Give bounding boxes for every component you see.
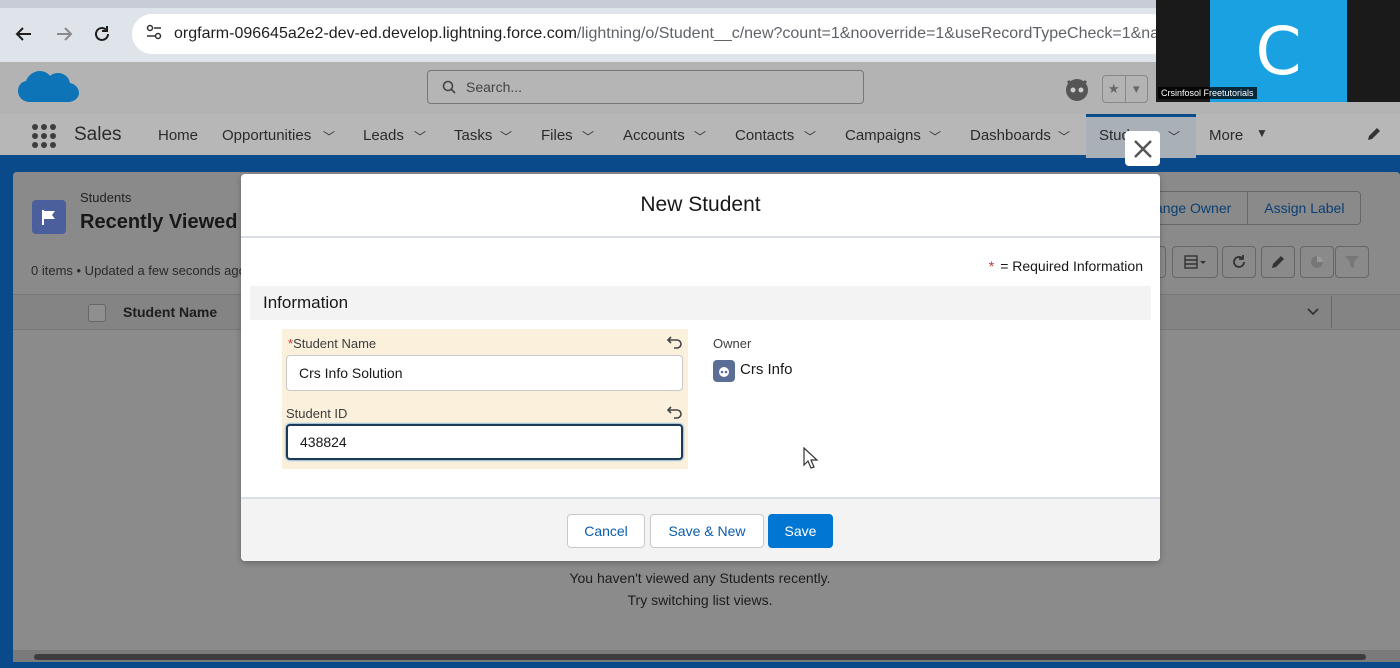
- cancel-button[interactable]: Cancel: [567, 514, 645, 548]
- site-settings-icon[interactable]: [146, 24, 162, 45]
- student-name-label: *Student Name: [288, 336, 377, 351]
- chevron-down-icon[interactable]: ﹀: [929, 128, 941, 145]
- url-host: orgfarm-096645a2e2-dev-ed.develop.lightn…: [174, 25, 577, 42]
- list-view-title[interactable]: Recently Viewed: [80, 211, 237, 234]
- owner-name-link[interactable]: Crs Info: [740, 361, 793, 378]
- object-label: Students: [80, 190, 132, 205]
- app-nav-bar: Sales Home Opportunities ﹀ Leads ﹀ Tasks…: [0, 114, 1400, 158]
- chevron-down-icon[interactable]: ﹀: [323, 128, 335, 145]
- chevron-down-icon[interactable]: ﹀: [414, 128, 426, 145]
- save-and-new-button[interactable]: Save & New: [650, 514, 764, 548]
- table-display-button[interactable]: [1172, 246, 1218, 278]
- address-bar[interactable]: orgfarm-096645a2e2-dev-ed.develop.lightn…: [132, 14, 1172, 54]
- refresh-button[interactable]: [1222, 246, 1256, 278]
- global-search-input[interactable]: Search...: [427, 70, 864, 104]
- nav-item-campaigns[interactable]: Campaigns: [845, 127, 921, 144]
- new-student-modal: New Student * = Required Information Info…: [241, 174, 1160, 561]
- search-placeholder: Search...: [466, 79, 523, 95]
- edit-nav-icon[interactable]: [1366, 126, 1382, 147]
- nav-item-more[interactable]: More: [1209, 127, 1243, 144]
- undo-icon[interactable]: [666, 334, 683, 350]
- owner-avatar-icon: [713, 360, 735, 382]
- chevron-down-icon[interactable]: [1306, 304, 1320, 323]
- modal-footer: Cancel Save & New Save: [241, 497, 1160, 561]
- filter-icon: [1345, 256, 1359, 268]
- caret-down-icon[interactable]: ▼: [1256, 126, 1268, 140]
- favorites-button-group[interactable]: ★ ▾: [1102, 75, 1148, 103]
- table-icon: [1184, 255, 1206, 269]
- save-button[interactable]: Save: [768, 514, 833, 548]
- close-icon: [1133, 139, 1152, 158]
- search-icon: [442, 80, 456, 94]
- forward-icon[interactable]: [52, 22, 76, 46]
- back-icon[interactable]: [12, 22, 36, 46]
- webcam-overlay: C Crsinfosol Freetutorials: [1156, 0, 1400, 102]
- nav-item-opportunities[interactable]: Opportunities: [222, 127, 311, 144]
- student-id-input[interactable]: 438824: [286, 424, 683, 460]
- required-asterisk: *: [988, 258, 995, 274]
- required-legend: * = Required Information: [989, 258, 1143, 274]
- webcam-initial: C: [1255, 12, 1302, 90]
- chevron-down-icon[interactable]: ﹀: [694, 128, 706, 145]
- mouse-cursor-icon: [803, 446, 819, 474]
- list-meta-status: 0 items • Updated a few seconds ago: [31, 263, 246, 278]
- pencil-icon: [1272, 256, 1284, 268]
- url-text: orgfarm-096645a2e2-dev-ed.develop.lightn…: [174, 25, 1172, 43]
- inline-edit-button[interactable]: [1261, 246, 1295, 278]
- list-action-buttons: ange Owner Assign Label: [1138, 191, 1362, 225]
- nav-item-accounts[interactable]: Accounts: [623, 127, 685, 144]
- chevron-down-icon[interactable]: ﹀: [582, 128, 594, 145]
- nav-item-leads[interactable]: Leads: [363, 127, 404, 144]
- nav-item-files[interactable]: Files: [541, 127, 573, 144]
- chevron-down-icon[interactable]: ﹀: [804, 128, 816, 145]
- nav-item-contacts[interactable]: Contacts: [735, 127, 794, 144]
- chevron-down-icon[interactable]: ▾: [1124, 76, 1148, 102]
- student-id-label: Student ID: [286, 406, 348, 421]
- section-header-information[interactable]: Information: [250, 286, 1151, 320]
- webcam-label: Crsinfosol Freetutorials: [1158, 87, 1257, 99]
- select-all-checkbox[interactable]: [88, 304, 106, 322]
- charts-button[interactable]: [1300, 246, 1334, 278]
- column-header-student-name[interactable]: Student Name: [123, 304, 217, 320]
- close-modal-button[interactable]: [1125, 131, 1160, 166]
- modal-header: New Student: [241, 174, 1160, 238]
- empty-state-message: You haven't viewed any Students recently…: [569, 570, 831, 586]
- chevron-down-icon[interactable]: ﹀: [1168, 128, 1180, 145]
- reload-icon[interactable]: [90, 22, 114, 46]
- app-name: Sales: [74, 124, 122, 145]
- flag-icon: [32, 200, 66, 234]
- section-title: Information: [263, 293, 349, 312]
- nav-item-dashboards[interactable]: Dashboards: [970, 127, 1051, 144]
- nav-item-home[interactable]: Home: [158, 127, 198, 144]
- pie-chart-icon: [1311, 256, 1323, 268]
- modal-title: New Student: [640, 193, 761, 216]
- column-divider: [1331, 296, 1332, 328]
- required-legend-text: = Required Information: [1000, 258, 1143, 274]
- empty-state-hint: Try switching list views.: [627, 592, 773, 608]
- filter-button[interactable]: [1335, 246, 1369, 278]
- user-avatar-icon[interactable]: [1064, 76, 1090, 102]
- chevron-down-icon[interactable]: ﹀: [500, 128, 512, 145]
- owner-label: Owner: [713, 336, 752, 351]
- star-icon[interactable]: ★: [1103, 76, 1125, 102]
- undo-icon[interactable]: [666, 404, 683, 420]
- chevron-down-icon[interactable]: ﹀: [1058, 128, 1070, 145]
- salesforce-logo-icon[interactable]: [16, 66, 82, 110]
- url-path: /lightning/o/Student__c/new?count=1&noov…: [576, 25, 1172, 42]
- refresh-icon: [1233, 255, 1245, 268]
- student-name-input[interactable]: Crs Info Solution: [286, 355, 683, 391]
- assign-label-button[interactable]: Assign Label: [1247, 192, 1360, 224]
- app-launcher-icon[interactable]: [32, 124, 56, 148]
- scrollbar-thumb[interactable]: [34, 654, 1366, 660]
- nav-item-tasks[interactable]: Tasks: [454, 127, 492, 144]
